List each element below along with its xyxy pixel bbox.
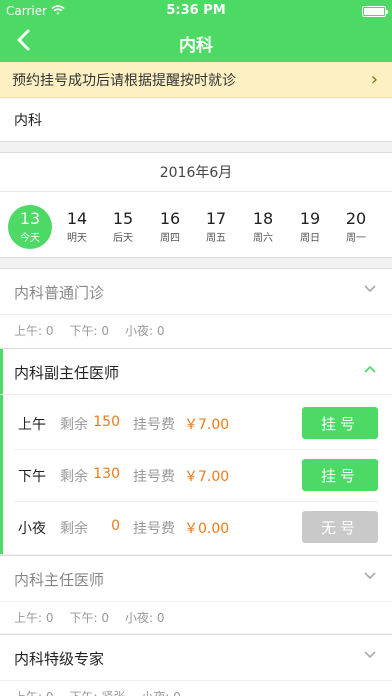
fee-value: ￥0.00 — [184, 521, 230, 537]
count-pm: 下午: 0 — [69, 611, 110, 625]
section-title: 内科普通门诊 — [14, 284, 105, 302]
day-number: 16 — [159, 209, 181, 228]
chevron-down-icon — [364, 281, 376, 297]
count-am: 上午: 0 — [14, 324, 54, 338]
book-button[interactable]: 挂号 — [302, 407, 378, 439]
section-title: 内科主任医师 — [14, 571, 105, 589]
chevron-right-icon: › — [370, 69, 378, 90]
nav-bar: 内科 — [0, 22, 392, 62]
day-weekday: 周日 — [300, 233, 320, 244]
status-bar: Carrier 5:36 PM — [0, 0, 392, 22]
battery-icon — [362, 4, 388, 18]
chevron-down-icon — [364, 568, 376, 584]
day-number: 14 — [66, 209, 88, 228]
reminder-notice[interactable]: 预约挂号成功后请根据提醒按时就诊 › — [0, 62, 392, 98]
day-weekday: 周四 — [160, 233, 180, 244]
divider — [0, 680, 392, 681]
slot-period: 下午 — [18, 469, 46, 485]
day-weekday: 后天 — [113, 233, 133, 244]
notice-text: 预约挂号成功后请根据提醒按时就诊 — [12, 72, 236, 89]
remaining-label: 剩余 — [60, 417, 88, 433]
day-number: 13 — [19, 209, 41, 228]
count-am: 上午: 0 — [14, 611, 54, 625]
slot-row-am: 上午 剩余 150 挂号费 ￥7.00 挂号 — [0, 398, 392, 450]
slot-period: 小夜 — [18, 521, 46, 537]
divider — [0, 314, 392, 315]
clinic-section-special[interactable]: 内科特级专家 上午: 0 下午: 紧张 小夜: 0 — [0, 634, 392, 696]
date-selector: 2016年6月 13 今天 14 明天 15 后天 16 周四 17 周五 18… — [0, 152, 392, 258]
count-pm: 下午: 0 — [69, 324, 110, 338]
day-14[interactable]: 14 明天 — [55, 205, 99, 249]
day-weekday: 明天 — [67, 233, 87, 244]
day-16[interactable]: 16 周四 — [148, 205, 192, 249]
day-number: 15 — [112, 209, 134, 228]
slot-counts: 上午: 0 下午: 0 小夜: 0 — [14, 609, 165, 626]
remaining-label: 剩余 — [60, 521, 88, 537]
divider — [0, 394, 392, 395]
fee-label: 挂号费 — [133, 521, 175, 537]
fee-label: 挂号费 — [133, 469, 175, 485]
status-time: 5:36 PM — [166, 3, 226, 18]
day-19[interactable]: 19 周日 — [288, 205, 332, 249]
fee-value: ￥7.00 — [184, 469, 230, 485]
section-title: 内科特级专家 — [14, 650, 105, 668]
section-title[interactable]: 内科副主任医师 — [14, 362, 119, 383]
book-button[interactable]: 挂号 — [302, 459, 378, 491]
department-row: 内科 — [0, 98, 392, 142]
remaining-count: 0 — [111, 518, 120, 534]
slot-counts: 上午: 0 下午: 紧张 小夜: 0 — [14, 688, 181, 696]
remaining-count: 130 — [93, 466, 120, 482]
chevron-down-icon — [364, 647, 376, 663]
day-13[interactable]: 13 今天 — [8, 205, 52, 249]
month-label: 2016年6月 — [159, 165, 233, 181]
day-weekday: 周一 — [346, 233, 366, 244]
remaining-count: 150 — [93, 414, 120, 430]
fee-value: ￥7.00 — [184, 417, 230, 433]
slot-row-night: 小夜 剩余 0 挂号费 ￥0.00 无号 — [0, 502, 392, 554]
no-slot-button: 无号 — [302, 511, 378, 543]
day-number: 17 — [205, 209, 227, 228]
divider — [0, 601, 392, 602]
clinic-section-associate: 内科副主任医师 上午 剩余 150 挂号费 ￥7.00 挂号 下午 剩余 130… — [0, 348, 392, 554]
day-number: 18 — [252, 209, 274, 228]
fee-label: 挂号费 — [133, 417, 175, 433]
day-weekday: 今天 — [20, 233, 40, 244]
slot-counts: 上午: 0 下午: 0 小夜: 0 — [14, 322, 165, 339]
day-18[interactable]: 18 周六 — [241, 205, 285, 249]
divider — [0, 191, 392, 192]
slot-period: 上午 — [18, 417, 46, 433]
slot-row-pm: 下午 剩余 130 挂号费 ￥7.00 挂号 — [0, 450, 392, 502]
day-number: 19 — [299, 209, 321, 228]
department-name: 内科 — [14, 112, 42, 129]
day-number: 20 — [345, 209, 367, 228]
day-weekday: 周五 — [206, 233, 226, 244]
count-night: 小夜: 0 — [125, 324, 165, 338]
count-night: 小夜: 0 — [125, 611, 165, 625]
day-20[interactable]: 20 周一 — [334, 205, 378, 249]
count-night: 小夜: 0 — [141, 688, 181, 696]
chevron-up-icon[interactable] — [364, 361, 376, 377]
clinic-section-chief[interactable]: 内科主任医师 上午: 0 下午: 0 小夜: 0 — [0, 555, 392, 633]
page-title: 内科 — [179, 36, 213, 56]
day-15[interactable]: 15 后天 — [101, 205, 145, 249]
day-17[interactable]: 17 周五 — [194, 205, 238, 249]
remaining-label: 剩余 — [60, 469, 88, 485]
clinic-section-general[interactable]: 内科普通门诊 上午: 0 下午: 0 小夜: 0 — [0, 268, 392, 348]
count-pm: 下午: 紧张 — [70, 688, 126, 696]
count-am: 上午: 0 — [14, 688, 54, 696]
day-weekday: 周六 — [253, 233, 273, 244]
